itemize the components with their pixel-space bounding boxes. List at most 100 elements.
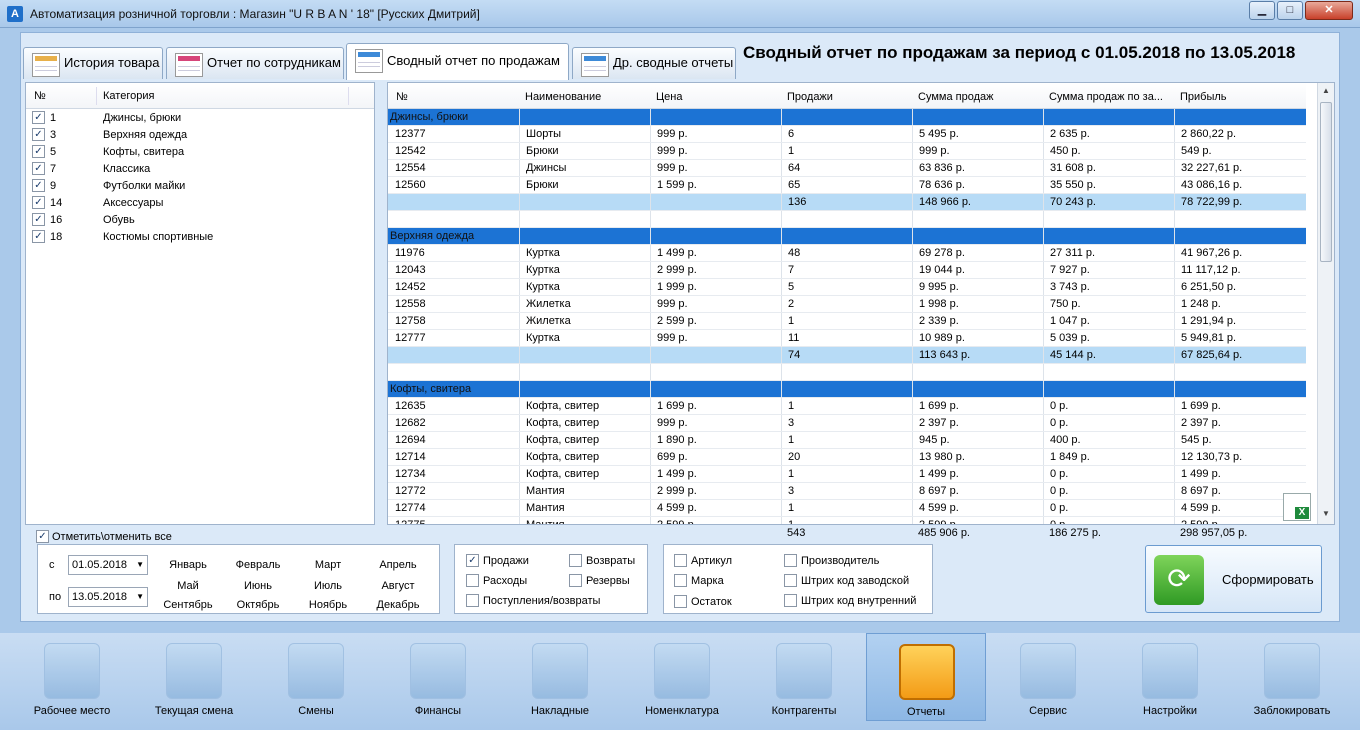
group-row[interactable]: Кофты, свитера: [388, 381, 1306, 398]
category-row[interactable]: ✓ 5 Кофты, свитера: [26, 144, 374, 161]
grid-cell: 1 499 р.: [919, 468, 959, 480]
toolbar-invoices-button[interactable]: Накладные: [500, 633, 620, 721]
table-row[interactable]: 12774 Мантия 4 599 р. 1 4 599 р. 0 р. 4 599 р.: [388, 500, 1306, 517]
toolbar-shifts-button[interactable]: Смены: [256, 633, 376, 721]
tab-employee-report[interactable]: Отчет по сотрудникам: [166, 47, 344, 79]
table-row[interactable]: 12734 Кофта, свитер 1 499 р. 1 1 499 р. 0 р. 1…: [388, 466, 1306, 483]
col-header-sum-purchase[interactable]: Сумма продаж по за...: [1049, 91, 1163, 103]
col-category-header[interactable]: Категория: [103, 90, 154, 102]
tab-sales-summary[interactable]: Сводный отчет по продажам: [346, 43, 569, 80]
category-row[interactable]: ✓ 9 Футболки майки: [26, 178, 374, 195]
toolbar-current-shift-button[interactable]: Текущая смена: [134, 633, 254, 721]
month-link[interactable]: Февраль: [228, 559, 288, 571]
vertical-scrollbar[interactable]: ▲ ▼: [1317, 83, 1334, 524]
checkmark-icon[interactable]: ✓: [32, 179, 45, 192]
table-row[interactable]: 12560 Брюки 1 599 р. 65 78 636 р. 35 550 р. 43…: [388, 177, 1306, 194]
category-row[interactable]: ✓ 14 Аксессуары: [26, 195, 374, 212]
toolbar-workplace-button[interactable]: Рабочее место: [12, 633, 132, 721]
table-row[interactable]: 12554 Джинсы 999 р. 64 63 836 р. 31 608 р. 32 …: [388, 160, 1306, 177]
month-link[interactable]: Ноябрь: [298, 599, 358, 611]
col-header-price[interactable]: Цена: [656, 91, 682, 103]
scroll-up-icon[interactable]: ▲: [1320, 86, 1332, 98]
table-row[interactable]: 12714 Кофта, свитер 699 р. 20 13 980 р. 1 849…: [388, 449, 1306, 466]
total-sales: 543: [787, 527, 806, 539]
checkmark-icon[interactable]: ✓: [32, 128, 45, 141]
excel-export-icon[interactable]: X: [1283, 493, 1311, 521]
category-row[interactable]: ✓ 18 Костюмы спортивные: [26, 229, 374, 246]
month-link[interactable]: Январь: [158, 559, 218, 571]
tab-item-history[interactable]: История товара: [23, 47, 163, 79]
grid-cell: 67 825,64 р.: [1181, 349, 1243, 361]
grid-cell: 2: [788, 298, 795, 310]
month-link[interactable]: Декабрь: [368, 599, 428, 611]
toolbar-settings-button[interactable]: Настройки: [1110, 633, 1230, 721]
grid-cell: 35 550 р.: [1050, 179, 1096, 191]
blank-row[interactable]: [388, 211, 1306, 228]
maximize-button[interactable]: □: [1277, 1, 1303, 20]
checkmark-icon[interactable]: ✓: [32, 111, 45, 124]
category-row[interactable]: ✓ 3 Верхняя одежда: [26, 127, 374, 144]
checkmark-icon[interactable]: ✓: [32, 230, 45, 243]
month-link[interactable]: Апрель: [368, 559, 428, 571]
table-row[interactable]: 11976 Куртка 1 499 р. 48 69 278 р. 27 311 р. 4…: [388, 245, 1306, 262]
grid-cell: 5: [788, 281, 795, 293]
scroll-down-icon[interactable]: ▼: [1320, 509, 1332, 521]
contractors-icon: [776, 643, 832, 699]
checkmark-icon[interactable]: ✓: [32, 196, 45, 209]
table-row[interactable]: 12758 Жилетка 2 599 р. 1 2 339 р. 1 047 р. 1 2…: [388, 313, 1306, 330]
toolbar-lock-button[interactable]: Заблокировать: [1232, 633, 1352, 721]
checkmark-icon[interactable]: ✓: [32, 145, 45, 158]
toolbar-service-button[interactable]: Сервис: [988, 633, 1108, 721]
table-row[interactable]: 12694 Кофта, свитер 1 890 р. 1 945 р. 400 р. 5…: [388, 432, 1306, 449]
date-from-field[interactable]: 01.05.2018 ▼: [68, 555, 148, 575]
table-row[interactable]: 12635 Кофта, свитер 1 699 р. 1 1 699 р. 0 р. 1…: [388, 398, 1306, 415]
col-num-header[interactable]: №: [34, 90, 46, 102]
toolbar-nomenclature-button[interactable]: Номенклатура: [622, 633, 742, 721]
toolbar-reports-button[interactable]: Отчеты: [866, 633, 986, 721]
blank-row[interactable]: [388, 364, 1306, 381]
close-button[interactable]: ✕: [1305, 1, 1353, 20]
table-row[interactable]: 12775 Мантия 2 599 р. 1 2 599 р. 0 р. 2 599 р.: [388, 517, 1306, 524]
grid-cell: Брюки: [526, 145, 559, 157]
category-row[interactable]: ✓ 16 Обувь: [26, 212, 374, 229]
month-link[interactable]: Июнь: [228, 580, 288, 592]
col-header-sales[interactable]: Продажи: [787, 91, 833, 103]
group-row[interactable]: Верхняя одежда: [388, 228, 1306, 245]
category-row[interactable]: ✓ 1 Джинсы, брюки: [26, 110, 374, 127]
month-link[interactable]: Август: [368, 580, 428, 592]
table-row[interactable]: 12558 Жилетка 999 р. 2 1 998 р. 750 р. 1 248 р…: [388, 296, 1306, 313]
toolbar-contractors-button[interactable]: Контрагенты: [744, 633, 864, 721]
table-icon: [355, 49, 383, 73]
table-row[interactable]: 12542 Брюки 999 р. 1 999 р. 450 р. 549 р.: [388, 143, 1306, 160]
checkmark-icon[interactable]: ✓: [32, 162, 45, 175]
scroll-thumb[interactable]: [1320, 102, 1332, 262]
col-header-num[interactable]: №: [396, 91, 408, 103]
table-row[interactable]: 12452 Куртка 1 999 р. 5 9 995 р. 3 743 р. 6 25…: [388, 279, 1306, 296]
category-row[interactable]: ✓ 7 Классика: [26, 161, 374, 178]
col-header-sum[interactable]: Сумма продаж: [918, 91, 993, 103]
tab-other-reports[interactable]: Др. сводные отчеты: [572, 47, 736, 79]
date-to-field[interactable]: 13.05.2018 ▼: [68, 587, 148, 607]
month-link[interactable]: Июль: [298, 580, 358, 592]
table-row[interactable]: 12682 Кофта, свитер 999 р. 3 2 397 р. 0 р. 2 3…: [388, 415, 1306, 432]
grid-cell: [1181, 383, 1301, 397]
col-header-profit[interactable]: Прибыль: [1180, 91, 1227, 103]
subtotal-row[interactable]: 136 148 966 р. 70 243 р. 78 722,99 р.: [388, 194, 1306, 211]
group-row[interactable]: Джинсы, брюки: [388, 109, 1306, 126]
month-link[interactable]: Октябрь: [228, 599, 288, 611]
grid-cell: 19 044 р.: [919, 264, 965, 276]
subtotal-row[interactable]: 74 113 643 р. 45 144 р. 67 825,64 р.: [388, 347, 1306, 364]
checkmark-icon[interactable]: ✓: [32, 213, 45, 226]
toolbar-finances-button[interactable]: Финансы: [378, 633, 498, 721]
grid-cell: [919, 213, 1039, 227]
generate-button[interactable]: ⟳ Сформировать: [1145, 545, 1322, 613]
month-link[interactable]: Март: [298, 559, 358, 571]
month-link[interactable]: Май: [158, 580, 218, 592]
table-row[interactable]: 12043 Куртка 2 999 р. 7 19 044 р. 7 927 р. 11 …: [388, 262, 1306, 279]
table-row[interactable]: 12772 Мантия 2 999 р. 3 8 697 р. 0 р. 8 697 р.: [388, 483, 1306, 500]
table-row[interactable]: 12777 Куртка 999 р. 11 10 989 р. 5 039 р. 5 94…: [388, 330, 1306, 347]
col-header-name[interactable]: Наименование: [525, 91, 601, 103]
minimize-button[interactable]: ▁: [1249, 1, 1275, 20]
table-row[interactable]: 12377 Шорты 999 р. 6 5 495 р. 2 635 р. 2 860,2…: [388, 126, 1306, 143]
month-link[interactable]: Сентябрь: [158, 599, 218, 611]
